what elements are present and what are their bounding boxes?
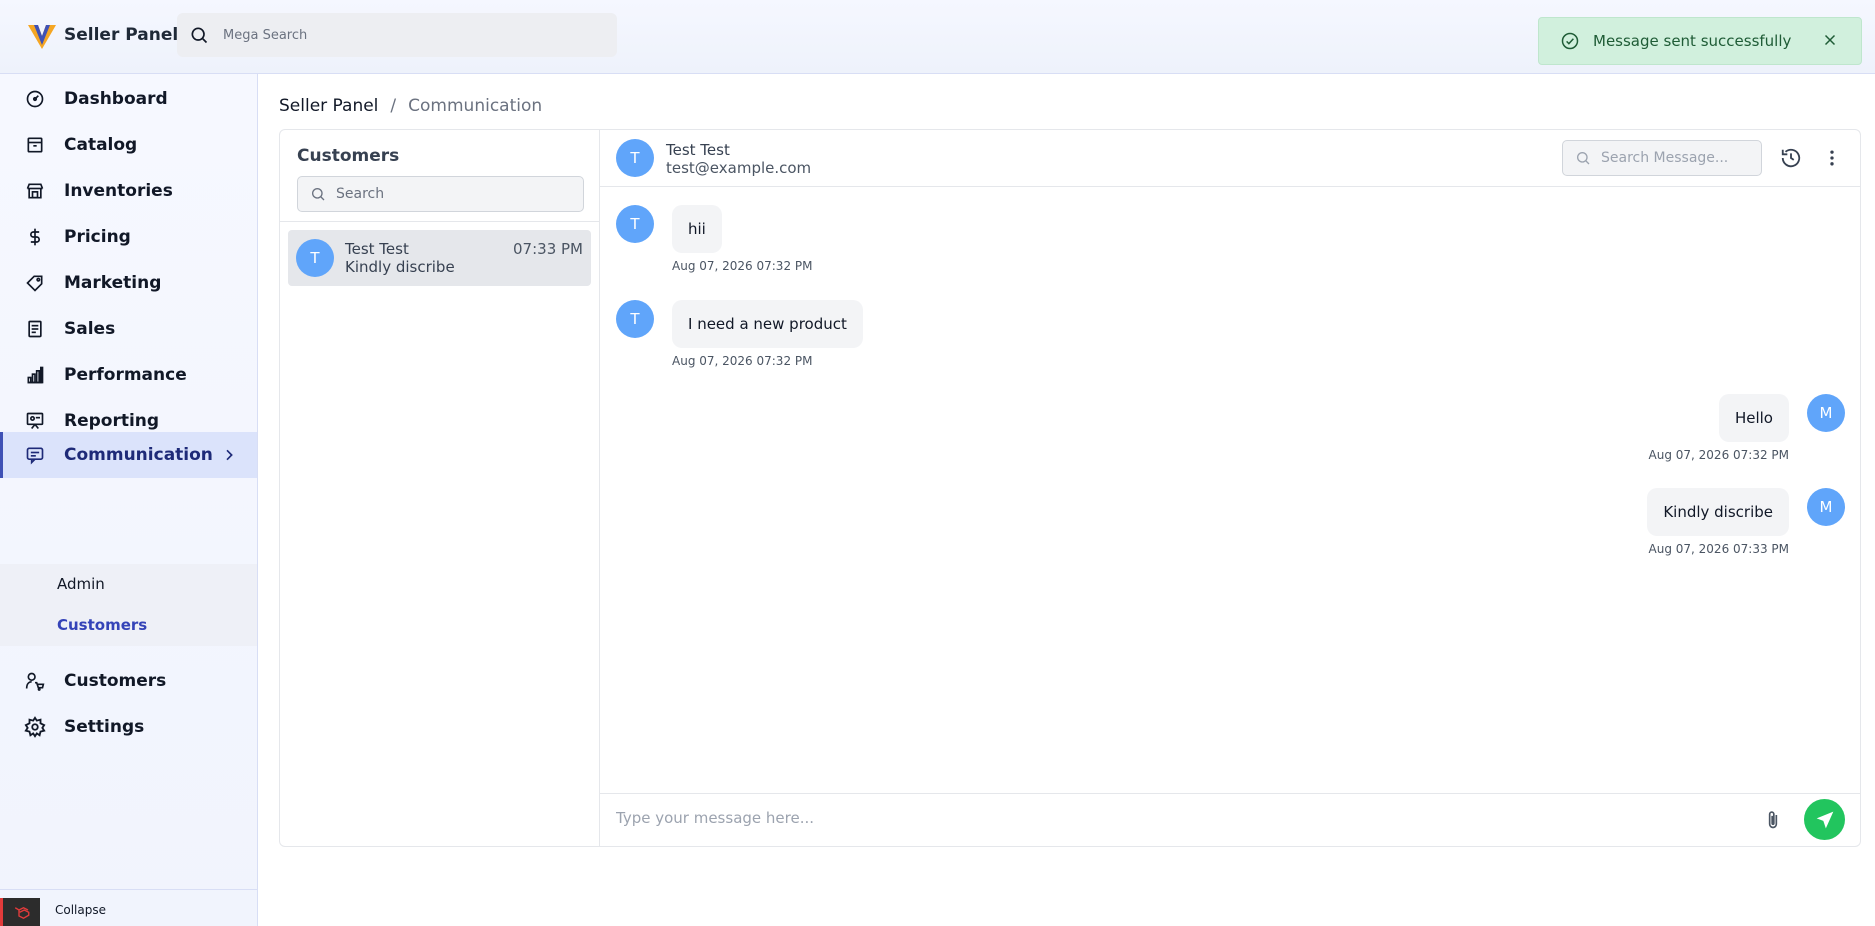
mega-search[interactable] [177, 13, 617, 57]
contact-name: Test Test [666, 141, 730, 159]
sidebar-item-label: Performance [64, 365, 187, 385]
warehouse-icon [24, 180, 46, 202]
search-icon [191, 27, 208, 44]
customers-pane: Customers T Test Test Kindly discribe 07… [280, 130, 600, 846]
message-bubble: Hello [1718, 394, 1789, 442]
conversation-item[interactable]: T Test Test Kindly discribe 07:33 PM [288, 230, 591, 286]
avatar: M [1807, 488, 1845, 526]
sidebar-item-communication[interactable]: Communication [0, 432, 257, 478]
breadcrumb: Seller Panel / Communication [279, 96, 542, 116]
message-time: Aug 07, 2026 07:32 PM [1648, 448, 1789, 462]
sidebar-item-label: Inventories [64, 181, 173, 201]
sidebar-item-label: Reporting [64, 411, 160, 431]
sidebar: Dashboard Catalog Inventories Pricing Ma… [0, 74, 258, 926]
collapse-button[interactable]: Collapse [55, 903, 106, 917]
message-bubble: I need a new product [672, 300, 863, 348]
search-icon [1577, 152, 1590, 165]
sidebar-item-label: Communication [64, 445, 213, 465]
divider [280, 221, 599, 222]
sidebar-item-customers[interactable]: Customers [0, 658, 257, 704]
collapse-bar[interactable]: Collapse [0, 889, 257, 926]
message-search[interactable] [1562, 140, 1762, 176]
chat-header: T Test Test test@example.com [600, 130, 1860, 187]
send-icon [1816, 811, 1833, 828]
archive-box-icon [24, 134, 46, 156]
customers-pane-title: Customers [297, 146, 400, 166]
gear-icon [24, 716, 46, 738]
sidebar-item-label: Settings [64, 717, 145, 737]
avatar: T [296, 239, 334, 277]
avatar: T [616, 205, 654, 243]
framework-logo-icon [0, 898, 40, 926]
submenu-item-admin[interactable]: Admin [57, 575, 105, 593]
brand-name: Seller Panel [64, 25, 179, 45]
message-input[interactable] [616, 809, 1716, 827]
sidebar-item-sales[interactable]: Sales [0, 306, 257, 352]
avatar: M [1807, 394, 1845, 432]
sidebar-item-pricing[interactable]: Pricing [0, 214, 257, 260]
message-search-input[interactable] [1601, 150, 1751, 166]
message-time: Aug 07, 2026 07:32 PM [672, 259, 813, 273]
breadcrumb-current: Communication [408, 96, 543, 116]
mega-search-input[interactable] [223, 27, 583, 43]
sidebar-item-dashboard[interactable]: Dashboard [0, 76, 257, 122]
success-toast: Message sent successfully [1538, 17, 1862, 65]
sidebar-item-marketing[interactable]: Marketing [0, 260, 257, 306]
communication-panel: Customers T Test Test Kindly discribe 07… [279, 129, 1861, 847]
message-time: Aug 07, 2026 07:32 PM [672, 354, 813, 368]
more-vertical-icon[interactable] [1822, 147, 1842, 169]
toast-message: Message sent successfully [1593, 32, 1792, 50]
sidebar-item-performance[interactable]: Performance [0, 352, 257, 398]
sidebar-item-label: Dashboard [64, 89, 168, 109]
chat-icon [24, 444, 46, 466]
message-bubble: Kindly discribe [1647, 488, 1789, 536]
bar-chart-icon [24, 364, 46, 386]
sidebar-item-label: Pricing [64, 227, 131, 247]
close-icon[interactable] [1821, 31, 1839, 49]
history-icon[interactable] [1780, 147, 1802, 169]
paperclip-icon[interactable] [1763, 807, 1783, 833]
brand[interactable]: Seller Panel [26, 18, 178, 52]
send-button[interactable] [1804, 799, 1845, 840]
sidebar-item-label: Customers [64, 671, 167, 691]
avatar: T [616, 139, 654, 177]
customer-search[interactable] [297, 176, 584, 212]
sidebar-item-catalog[interactable]: Catalog [0, 122, 257, 168]
conversation-time: 07:33 PM [513, 240, 583, 258]
breadcrumb-root[interactable]: Seller Panel [279, 96, 378, 116]
chat-pane: T Test Test test@example.com T hii Aug 0… [600, 130, 1860, 846]
message-composer [600, 793, 1860, 846]
user-cart-icon [24, 670, 46, 692]
check-circle-icon [1561, 32, 1579, 50]
presentation-icon [24, 410, 46, 432]
submenu-item-customers[interactable]: Customers [57, 616, 147, 634]
communication-submenu-bg: Admin Customers [0, 564, 257, 646]
message-time: Aug 07, 2026 07:33 PM [1648, 542, 1789, 556]
sidebar-item-inventories[interactable]: Inventories [0, 168, 257, 214]
tag-icon [24, 272, 46, 294]
top-bar: Seller Panel Message sent successfully [0, 0, 1875, 74]
search-icon [312, 188, 325, 201]
chevron-right-icon [226, 449, 233, 461]
sidebar-item-label: Marketing [64, 273, 162, 293]
v-logo-icon [28, 25, 56, 49]
sidebar-item-settings[interactable]: Settings [0, 704, 257, 750]
contact-email: test@example.com [666, 159, 812, 177]
message-bubble: hii [672, 205, 722, 253]
conversation-preview: Kindly discribe [345, 258, 455, 276]
gauge-icon [24, 88, 46, 110]
avatar: T [616, 300, 654, 338]
receipt-icon [24, 318, 46, 340]
conversation-name: Test Test [345, 240, 409, 258]
sidebar-item-label: Sales [64, 319, 116, 339]
dollar-icon [24, 226, 46, 248]
breadcrumb-separator: / [390, 96, 397, 116]
customer-search-input[interactable] [336, 186, 576, 202]
sidebar-item-label: Catalog [64, 135, 138, 155]
